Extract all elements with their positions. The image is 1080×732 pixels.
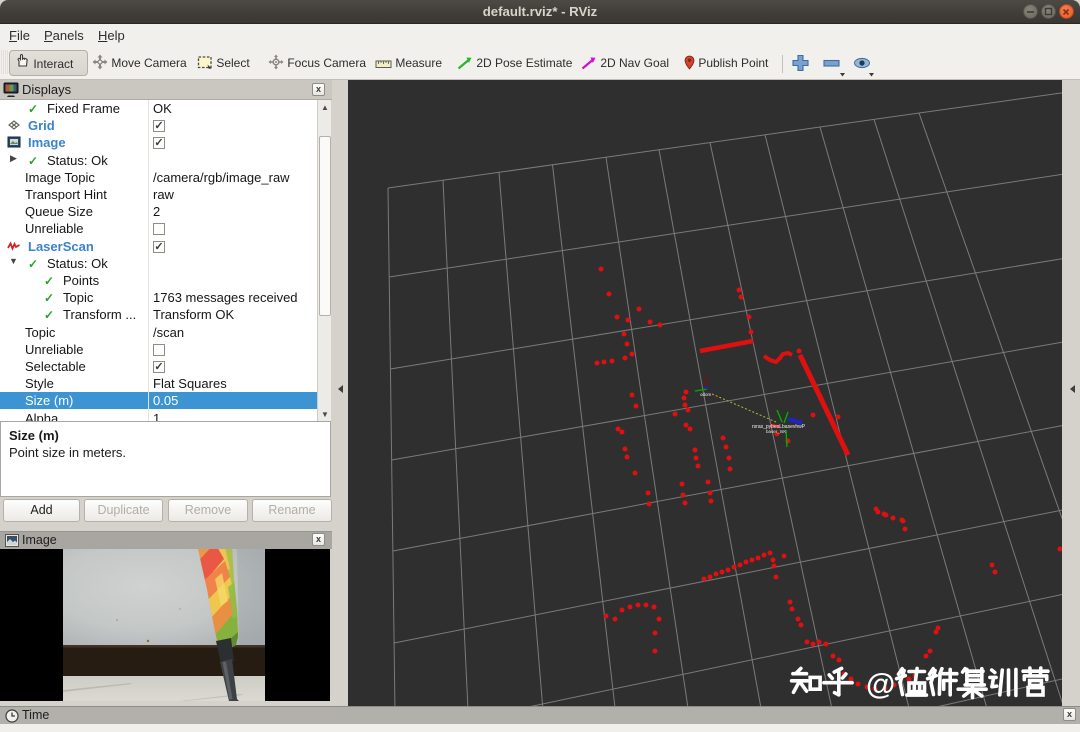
svg-text:baser_tsK: baser_tsK [766, 429, 786, 434]
svg-text:odom: odom [700, 392, 712, 397]
svg-text:@: @ [866, 668, 895, 701]
